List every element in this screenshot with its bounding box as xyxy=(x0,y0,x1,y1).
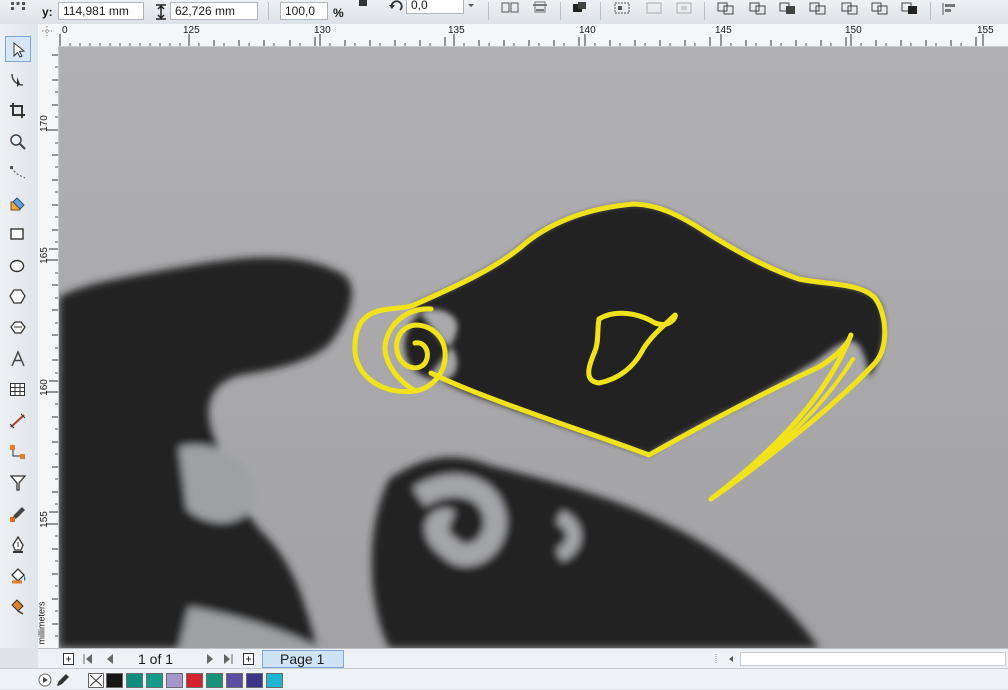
blend-tool-icon[interactable] xyxy=(5,470,31,496)
vertical-ruler[interactable]: 170 165 160 155 millimeters xyxy=(36,46,59,648)
pick-tool-icon[interactable] xyxy=(5,36,31,62)
page-navigator: 1 of 1 Page 1 xyxy=(38,648,1008,669)
property-bar: y: 114,981 mm 62,726 mm 100,0 % 0,0 xyxy=(0,0,1008,25)
next-page-icon[interactable] xyxy=(204,653,216,668)
height-field[interactable]: 62,726 mm xyxy=(170,2,258,20)
previous-page-icon[interactable] xyxy=(104,653,116,668)
tab-page-1-label: Page 1 xyxy=(280,651,325,667)
intersect-icon[interactable] xyxy=(808,1,828,19)
outline-tool-icon[interactable] xyxy=(5,532,31,558)
align-distribute-icon[interactable] xyxy=(940,1,960,19)
mirror-horizontal-icon[interactable] xyxy=(500,1,520,19)
y-position-label: y: xyxy=(42,5,53,19)
y-position-field[interactable]: 114,981 mm xyxy=(58,2,144,20)
color-swatch[interactable] xyxy=(226,673,243,688)
ruler-origin-icon[interactable] xyxy=(38,24,59,47)
ruler-label-170: 170 xyxy=(38,115,50,132)
height-icon xyxy=(155,4,167,23)
color-swatch[interactable] xyxy=(146,673,163,688)
scroll-left-icon[interactable] xyxy=(726,653,736,668)
ruler-label-135: 135 xyxy=(448,25,465,36)
rotation-spin-icon[interactable] xyxy=(466,0,476,14)
color-swatch[interactable] xyxy=(106,673,123,688)
color-swatch[interactable] xyxy=(186,673,203,688)
smart-fill-tool-icon[interactable] xyxy=(5,191,31,217)
basic-shapes-tool-icon[interactable] xyxy=(5,315,31,341)
add-page-after-icon[interactable] xyxy=(242,652,256,669)
horizontal-scrollbar[interactable] xyxy=(740,652,1006,666)
palette-eyedropper-icon[interactable] xyxy=(56,673,70,690)
connector-tool-icon[interactable] xyxy=(5,439,31,465)
eyedropper-tool-icon[interactable] xyxy=(5,501,31,527)
ruler-label-0: 0 xyxy=(62,25,68,36)
first-page-icon[interactable] xyxy=(82,653,94,668)
object-origin-icon[interactable] xyxy=(8,1,28,19)
scale-unit-label: % xyxy=(333,6,344,20)
group-icon[interactable] xyxy=(612,1,632,19)
shape-tool-icon[interactable] xyxy=(5,67,31,93)
palette-menu-icon[interactable] xyxy=(38,673,52,690)
no-color-swatch[interactable] xyxy=(88,673,104,688)
trim-icon[interactable] xyxy=(778,1,798,19)
add-page-icon[interactable] xyxy=(62,652,76,669)
ruler-label-165: 165 xyxy=(38,247,50,264)
mirror-vertical-icon[interactable] xyxy=(530,1,550,19)
drawing-canvas[interactable] xyxy=(59,47,1008,648)
arrange-icon[interactable] xyxy=(570,1,590,19)
vertical-ruler-ticks xyxy=(46,54,58,637)
ruler-label-150: 150 xyxy=(845,25,862,36)
rotate-icon xyxy=(388,0,406,17)
simplify-icon[interactable] xyxy=(840,1,860,19)
weld-icon[interactable] xyxy=(748,1,768,19)
color-swatch[interactable] xyxy=(126,673,143,688)
horizontal-ruler-ticks xyxy=(59,34,984,46)
back-minus-front-icon[interactable] xyxy=(900,1,920,19)
color-swatch[interactable] xyxy=(166,673,183,688)
tab-page-1[interactable]: Page 1 xyxy=(262,650,344,668)
ellipse-tool-icon[interactable] xyxy=(5,253,31,279)
lock-ratio-icon[interactable] xyxy=(352,0,372,16)
ruler-label-130: 130 xyxy=(314,25,331,36)
polygon-tool-icon[interactable] xyxy=(5,284,31,310)
ruler-label-160: 160 xyxy=(38,379,50,396)
front-minus-back-icon[interactable] xyxy=(870,1,890,19)
fill-tool-icon[interactable] xyxy=(5,563,31,589)
table-tool-icon[interactable] xyxy=(5,377,31,403)
combine-icon[interactable] xyxy=(716,1,736,19)
rotation-field[interactable]: 0,0 xyxy=(406,0,464,14)
ruler-label-155: 155 xyxy=(977,25,994,36)
color-swatch[interactable] xyxy=(246,673,263,688)
scale-field[interactable]: 100,0 xyxy=(280,2,328,20)
page-count-text: 1 of 1 xyxy=(138,651,174,667)
crop-tool-icon[interactable] xyxy=(5,98,31,124)
ungroup-icon[interactable] xyxy=(644,1,664,19)
ungroup-all-icon[interactable] xyxy=(674,1,694,19)
color-swatch[interactable] xyxy=(206,673,223,688)
last-page-icon[interactable] xyxy=(222,653,234,668)
ruler-label-145: 145 xyxy=(715,25,732,36)
dimension-tool-icon[interactable] xyxy=(5,408,31,434)
horizontal-ruler[interactable]: 0 125 130 135 140 145 150 155 xyxy=(58,24,1008,47)
ruler-label-125: 125 xyxy=(183,25,200,36)
ruler-unit-label: millimeters xyxy=(36,601,47,645)
color-palette xyxy=(0,668,1008,689)
zoom-tool-icon[interactable] xyxy=(5,129,31,155)
interactive-fill-tool-icon[interactable] xyxy=(5,594,31,620)
text-tool-icon[interactable] xyxy=(5,346,31,372)
color-swatch[interactable] xyxy=(266,673,283,688)
scrollbar-grip-icon[interactable] xyxy=(714,653,718,668)
ruler-label-155-v: 155 xyxy=(38,511,50,528)
freehand-tool-icon[interactable] xyxy=(5,160,31,186)
traced-bitmap-artwork xyxy=(59,47,1008,648)
rectangle-tool-icon[interactable] xyxy=(5,222,31,248)
ruler-label-140: 140 xyxy=(579,25,596,36)
toolbox xyxy=(0,24,39,648)
